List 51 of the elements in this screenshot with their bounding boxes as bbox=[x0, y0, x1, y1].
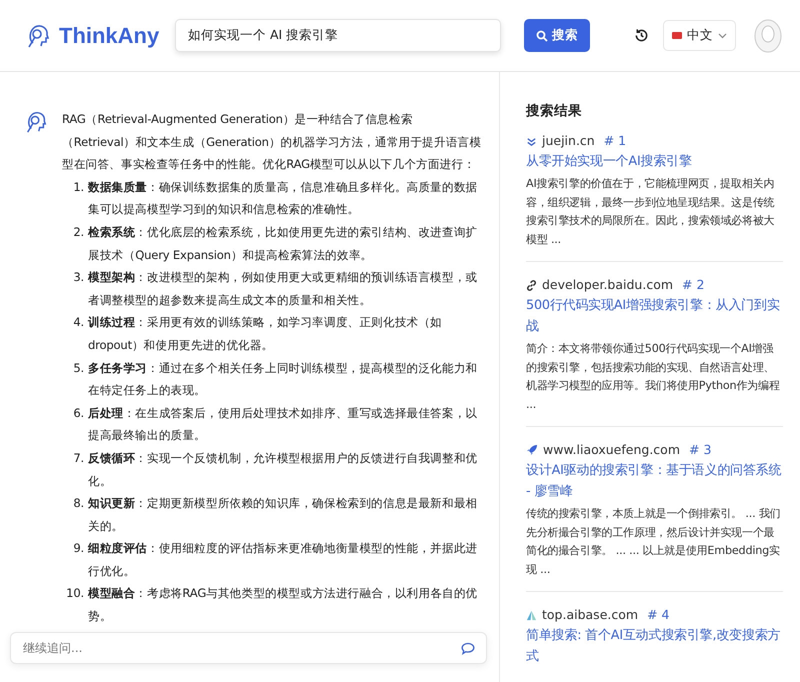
list-number: 1. bbox=[72, 178, 85, 196]
list-item-text: 模型架构：改进模型的架构，例如使用更大或更精细的预训练语言模型，或者调整模型的超参数来提高生成文本的质量和相关性。 bbox=[88, 269, 478, 309]
list-number: 6. bbox=[72, 404, 85, 422]
results-heading: 搜索结果 bbox=[526, 102, 583, 120]
triangle-logo-icon bbox=[526, 610, 537, 620]
link-icon bbox=[526, 280, 537, 290]
list-number: 3. bbox=[72, 269, 85, 286]
chevrons-icon bbox=[526, 136, 537, 146]
result-title-link[interactable]: 500行代码实现AI增强搜索引擎：从入门到实战 bbox=[526, 295, 783, 337]
history-icon[interactable] bbox=[634, 28, 649, 43]
list-item-text: 训练过程：采用更有效的训练策略，如学习率调度、正则化技术（如dropout）和使用更先进的优化器。 bbox=[88, 314, 444, 354]
list-number: 7. bbox=[72, 450, 85, 467]
result-title-link[interactable]: 简单搜索: 首个AI互动式搜索引擎,改变搜索方式 bbox=[526, 625, 783, 667]
list-number: 5. bbox=[72, 360, 85, 377]
list-number: 10. bbox=[65, 585, 85, 602]
list-item-text: 模型融合：考虑将RAG与其他类型的模型或方法进行融合，以利用各自的优势。 bbox=[88, 585, 478, 626]
answer-intro: RAG（Retrieval-Augmented Generation）是一种结合了信息检索（Retrieval）和文本生成（Generation）的机器学习方法，通常用于提升语言模型在问答、事实检查等任务中的性能。优化RAG模型可以从以下几个方面进行： bbox=[62, 111, 482, 174]
list-item-text: 后处理：在生成答案后，使用后处理技术如排序、重写或选择最佳答案，以提高最终输出的质量。 bbox=[88, 404, 478, 444]
result-rank: # 2 bbox=[682, 276, 704, 294]
list-number: 2. bbox=[72, 224, 85, 241]
result-title-link[interactable]: 从零开始实现一个AI搜索引擎 bbox=[526, 151, 783, 172]
search-button[interactable]: 搜索 bbox=[524, 19, 590, 52]
result-snippet: 传统的搜索引擎，本质上就是一个倒排索引。 ... 我们先分析撮合引擎的工作原理，然后设计并实现一个最简化的撮合引擎。 ... ... 以上就是使用Embedding实现 ... bbox=[526, 506, 782, 578]
list-item-text: 反馈循环：实现一个反馈机制，允许模型根据用户的反馈进行自我调整和优化。 bbox=[88, 450, 478, 490]
result-source: juejin.cn bbox=[542, 132, 595, 150]
search-field[interactable]: 如何实现一个 AI 搜索引擎 bbox=[175, 19, 501, 52]
list-item-text: 检索系统：优化底层的检索系统，比如使用更先进的索引结构、改进查询扩展技术（Query Expansion）和提高检索算法的效率。 bbox=[88, 224, 478, 264]
result-title-link[interactable]: 设计AI驱动的搜索引擎：基于语义的问答系统 - 廖雪峰 bbox=[526, 460, 783, 502]
list-item-text: 数据集质量：确保训练数据集的质量高，信息准确且多样化。高质量的数据集可以提高模型学习到的知识和信息检索的准确性。 bbox=[88, 178, 478, 218]
search-icon bbox=[536, 30, 548, 42]
list-number: 8. bbox=[72, 495, 85, 512]
chevron-down-icon bbox=[718, 32, 727, 38]
list-number: 4. bbox=[72, 314, 85, 332]
follow-up-field[interactable]: 继续追问... bbox=[10, 632, 487, 664]
result-snippet: AI搜索引擎的价值在于，它能梳理网页，提取相关内容，组织逻辑，最终一步到位地呈现结果。这是传统搜索引擎技术的局限所在。因此，搜索领域必将被大模型 ... bbox=[526, 176, 776, 248]
head-logo-icon bbox=[24, 110, 48, 134]
chat-bubble-icon[interactable] bbox=[461, 642, 475, 655]
rocket-icon bbox=[526, 444, 538, 456]
brand-name[interactable]: ThinkAny bbox=[59, 22, 160, 48]
language-select[interactable]: 中文 bbox=[663, 20, 736, 51]
result-source: developer.baidu.com bbox=[542, 276, 674, 294]
result-source: top.aibase.com bbox=[542, 606, 638, 624]
result-rank: # 4 bbox=[647, 606, 670, 624]
list-item-text: 多任务学习：通过在多个相关任务上同时训练模型，提高模型的泛化能力和在特定任务上的表现。 bbox=[88, 360, 478, 400]
result-rank: # 1 bbox=[604, 132, 626, 150]
result-source: www.liaoxuefeng.com bbox=[543, 441, 680, 459]
list-item-text: 细粒度评估：使用细粒度的评估指标来更准确地衡量模型的性能，并据此进行优化。 bbox=[88, 540, 478, 580]
result-snippet: 简介：本文将带领你通过500行代码实现一个AI增强的搜索引擎，包括搜索功能的实现、自然语言处理、机器学习模型的应用等。我们将使用Python作为编程 ... bbox=[526, 341, 781, 412]
list-item-text: 知识更新：定期更新模型所依赖的知识库，确保检索到的信息是最新和最相关的。 bbox=[88, 495, 478, 535]
list-number: 9. bbox=[72, 540, 85, 558]
result-rank: # 3 bbox=[689, 441, 712, 459]
